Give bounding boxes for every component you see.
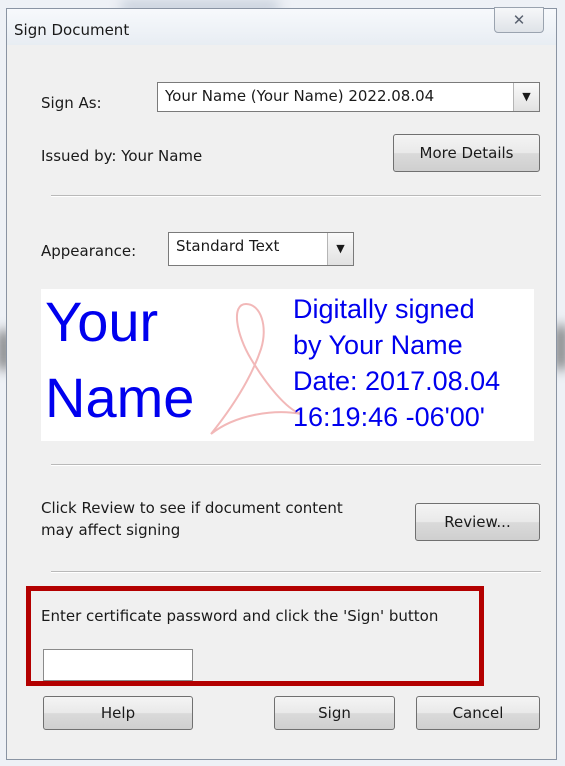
review-instructions-line1: Click Review to see if document content	[41, 499, 343, 517]
adobe-logo-watermark	[210, 302, 302, 435]
title-bar: Sign Document ✕	[7, 7, 556, 45]
divider	[51, 464, 541, 466]
more-details-button[interactable]: More Details	[393, 134, 540, 172]
review-instructions-line2: may affect signing	[41, 521, 181, 539]
close-icon: ✕	[512, 11, 526, 29]
sign-as-value: Your Name (Your Name) 2022.08.04	[165, 87, 435, 105]
signature-detail-line: Date: 2017.08.04	[293, 366, 501, 396]
sign-as-label: Sign As:	[41, 94, 102, 112]
signature-preview: Your Name Digitally signed by Your Name …	[41, 289, 534, 441]
signature-name-line2: Name	[45, 366, 195, 429]
appearance-value: Standard Text	[176, 237, 280, 255]
chevron-down-icon: ▼	[513, 83, 539, 111]
close-button[interactable]: ✕	[494, 7, 544, 33]
background-blur	[557, 325, 565, 370]
signature-details: Digitally signed by Your Name Date: 2017…	[293, 291, 500, 435]
sign-as-dropdown[interactable]: Your Name (Your Name) 2022.08.04 ▼	[157, 82, 540, 112]
appearance-label: Appearance:	[41, 242, 137, 260]
password-highlight-box	[26, 586, 484, 686]
divider	[51, 195, 541, 197]
divider	[51, 571, 541, 573]
chevron-down-icon: ▼	[327, 233, 353, 265]
cancel-button[interactable]: Cancel	[416, 696, 540, 730]
sign-button[interactable]: Sign	[274, 696, 395, 730]
appearance-dropdown[interactable]: Standard Text ▼	[168, 232, 354, 266]
signature-name-line1: Your	[45, 290, 159, 353]
dialog-title: Sign Document	[14, 21, 130, 39]
signature-detail-line: by Your Name	[293, 330, 463, 360]
help-button[interactable]: Help	[43, 696, 193, 730]
issued-by-text: Issued by: Your Name	[41, 147, 203, 165]
review-button[interactable]: Review...	[415, 503, 540, 541]
signature-detail-line: Digitally signed	[293, 294, 475, 324]
signature-detail-line: 16:19:46 -06'00'	[293, 402, 485, 432]
